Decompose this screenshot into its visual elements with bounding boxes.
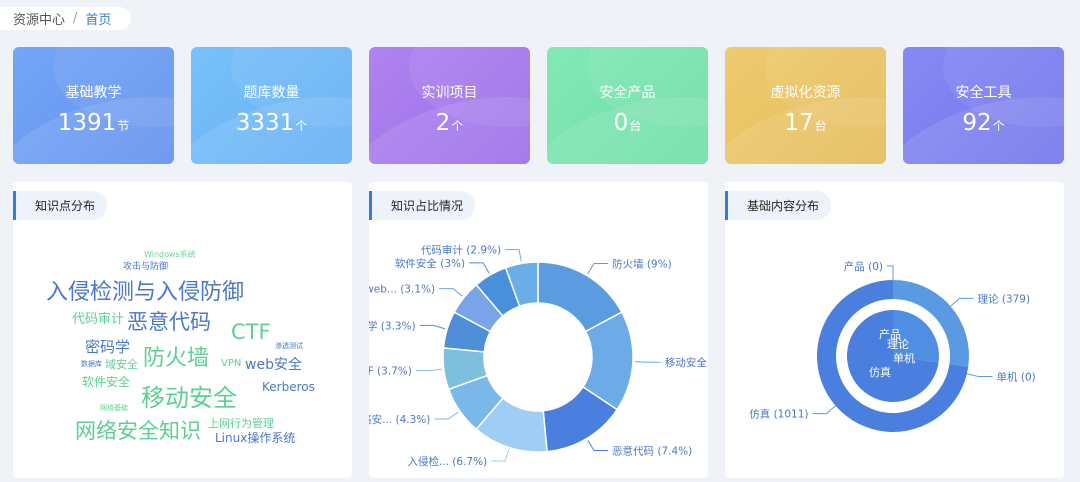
slice-label: 恶意代码 (7.4%) (612, 445, 692, 458)
card-unit: 个 (295, 119, 308, 133)
slice-leader-line (887, 265, 894, 280)
card-label: 基础教学 (65, 85, 122, 101)
card-unit: 个 (451, 119, 464, 133)
card-label: 实训项目 (421, 85, 478, 101)
breadcrumb: 资源中心 / 首页 (0, 7, 131, 30)
card-value: 92 (962, 110, 992, 136)
card-value: 17 (784, 110, 814, 136)
word-cloud-item[interactable]: 渗透测试 (275, 341, 303, 350)
content-distribution-chart: 产品理论单机仿真产品 (0)理论 (379)单机 (0)仿真 (1011) (749, 260, 1036, 432)
slice-leader-line (434, 411, 459, 420)
word-cloud-item[interactable]: Windows系统 (144, 249, 196, 259)
outer-slice-label: 产品 (0) (844, 260, 883, 273)
card-value: 1391 (57, 110, 117, 136)
word-cloud-item[interactable]: Linux操作系统 (215, 430, 295, 445)
word-cloud-item[interactable]: 攻击与防御 (123, 260, 168, 272)
slice-leader-line (966, 373, 993, 378)
slice-leader-line (950, 297, 974, 307)
slice-leader-line (469, 262, 490, 274)
word-cloud-item[interactable]: 网络安全知识 (75, 419, 201, 443)
card-value: 2 (435, 110, 451, 136)
card-unit: 节 (117, 119, 130, 133)
card-label: 安全产品 (599, 85, 656, 101)
card-label: 题库数量 (243, 85, 300, 101)
slice-label: 移动安全 ( (665, 356, 708, 369)
inner-slice-label: 理论 (887, 337, 909, 351)
word-cloud-item[interactable]: 入侵检测与入侵防御 (46, 280, 244, 305)
knowledge-distribution-panel: 知识点分布 Windows系统 攻击与防御 入侵检测与入侵防御 代码审计 恶意代… (13, 182, 352, 478)
card-question-bank[interactable]: 题库数量 3331个 (191, 47, 352, 164)
word-cloud-item[interactable]: VPN (221, 358, 241, 369)
card-unit: 台 (814, 119, 827, 133)
card-training-projects[interactable]: 实训项目 2个 (369, 47, 530, 164)
slice-leader-line (415, 368, 442, 372)
word-cloud-item[interactable]: 软件安全 (82, 374, 130, 389)
word-cloud-item[interactable]: 网络基础 (100, 403, 128, 412)
card-unit: 个 (992, 119, 1005, 133)
card-virtual-resources[interactable]: 虚拟化资源 17台 (725, 47, 886, 164)
card-label: 虚拟化资源 (770, 85, 841, 101)
slice-leader-line (587, 262, 609, 275)
card-basic-teaching[interactable]: 基础教学 1391节 (13, 47, 174, 164)
inner-slice-label: 单机 (893, 351, 915, 365)
slice-leader-line (439, 288, 463, 297)
card-security-tools[interactable]: 安全工具 92个 (903, 47, 1064, 164)
inner-slice-label: 仿真 (869, 365, 891, 379)
slice-leader-line (587, 439, 609, 452)
slice-leader-line (491, 449, 510, 462)
word-cloud-item[interactable]: 上网行为管理 (208, 416, 274, 430)
word-cloud-item[interactable]: 恶意代码 (127, 310, 211, 334)
outer-slice-label: 理论 (379) (977, 292, 1030, 305)
slice-leader-line (634, 361, 661, 363)
slice-leader-line (505, 249, 522, 262)
slice-leader-line (419, 324, 446, 330)
card-value: 3331 (235, 110, 295, 136)
word-cloud-item[interactable]: CTF (231, 320, 271, 344)
slice-label: 防火墙 (9%) (612, 257, 672, 270)
outer-slice-label: 仿真 (1011) (749, 408, 808, 421)
slice-label: 软件安全 (3%) (395, 257, 465, 270)
card-label: 安全工具 (955, 85, 1012, 101)
word-cloud-item[interactable]: 数据库 (81, 359, 102, 368)
slice-label: web... (3.1%) (369, 284, 435, 296)
word-cloud-item[interactable]: 域安全 (105, 357, 138, 371)
breadcrumb-current[interactable]: 首页 (85, 9, 111, 28)
card-security-products[interactable]: 安全产品 0台 (547, 47, 708, 164)
card-unit: 台 (629, 119, 642, 133)
panel-title: 知识占比情况 (369, 191, 476, 220)
slice-label: 入侵检... (6.7%) (407, 455, 487, 468)
word-cloud-item[interactable]: 密码学 (85, 338, 130, 356)
slice-label: 代码审计 (2.9%) (421, 244, 501, 257)
breadcrumb-root-link[interactable]: 资源中心 (13, 9, 65, 28)
word-cloud-item[interactable]: Kerberos (262, 380, 315, 394)
outer-slice-label: 单机 (0) (997, 371, 1036, 384)
knowledge-ratio-chart: 防火墙 (9%) 移动安全 ( 恶意代码 (7.4%) 入侵检... (6.7%) 络安… (369, 244, 708, 468)
breadcrumb-separator: / (73, 11, 78, 26)
content-distribution-panel: 基础内容分布 产品 理论 单机 仿真 产品 (0) 理论 (379) 单机 (0) 仿真 (1… (725, 182, 1064, 478)
word-cloud-item[interactable]: 移动安全 (141, 384, 237, 412)
slice-leader-line (812, 405, 836, 415)
slice-label: 学 (3.3%) (369, 319, 416, 332)
slice-label: TF (3.7%) (369, 366, 412, 378)
knowledge-ratio-panel: 防火墙 (9%) 移动安全 ( 恶意代码 (7.4%) 入侵检... (6.7%) 络安… (369, 182, 708, 478)
word-cloud-item[interactable]: web安全 (245, 356, 302, 373)
word-cloud: Windows系统 攻击与防御 入侵检测与入侵防御 代码审计 恶意代码 CTF … (46, 249, 315, 445)
card-value: 0 (613, 110, 629, 136)
word-cloud-item[interactable]: 代码审计 (72, 312, 124, 327)
slice-label: 络安... (4.3%) (369, 413, 430, 426)
word-cloud-item[interactable]: 防火墙 (143, 346, 209, 371)
